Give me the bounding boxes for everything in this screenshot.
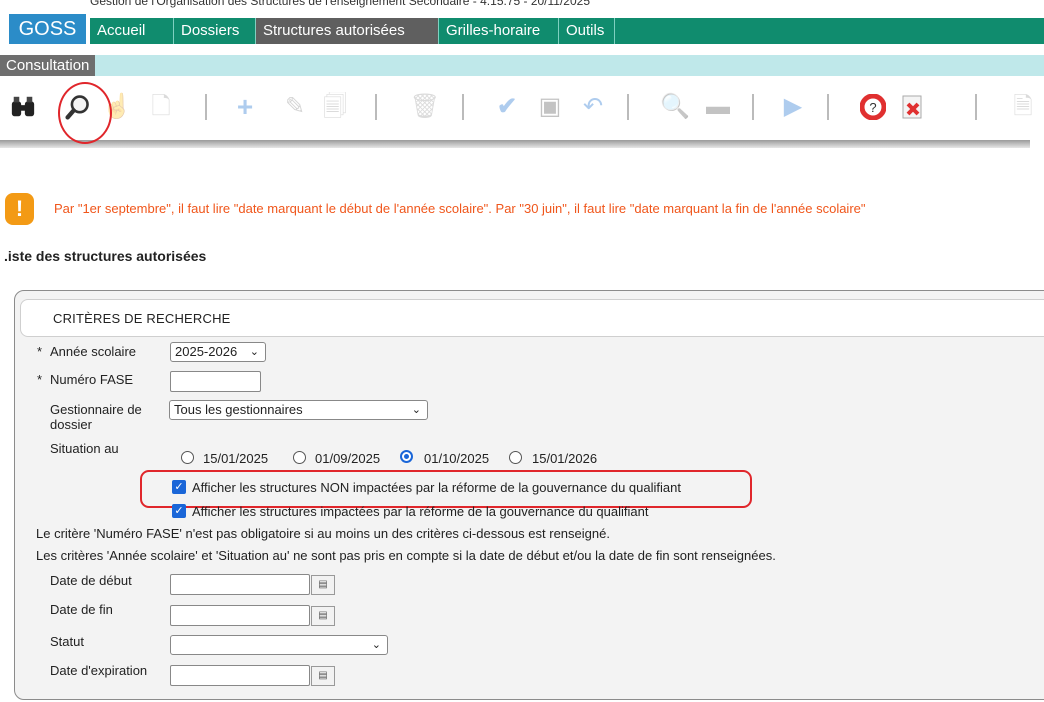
- annee-scolaire-label: Année scolaire: [50, 344, 136, 359]
- print-icon[interactable]: ▬: [705, 92, 731, 122]
- situation-label: Situation au: [50, 441, 119, 456]
- binoculars-icon[interactable]: [10, 92, 36, 122]
- situation-option-label: 15/01/2026: [532, 451, 598, 466]
- info-note-dates: Les critères 'Année scolaire' et 'Situat…: [36, 548, 776, 563]
- gestionnaire-label-line1: Gestionnaire de: [50, 402, 142, 417]
- search-criteria-header: CRITÈRES DE RECHERCHE: [20, 299, 1044, 337]
- date-expiration-input[interactable]: [170, 665, 310, 686]
- play-icon[interactable]: ▶: [780, 92, 806, 122]
- validate-check-icon[interactable]: ✔: [494, 92, 520, 122]
- sub-navigation: Consultation: [0, 55, 1044, 76]
- gestionnaire-label-line2: dossier: [50, 417, 92, 432]
- non-impactees-checkbox[interactable]: ✓: [172, 480, 186, 494]
- calendar-icon[interactable]: ▤: [311, 575, 335, 595]
- delete-icon[interactable]: 🗑: [410, 92, 440, 122]
- svg-text:?: ?: [869, 100, 876, 115]
- search-criteria-title: CRITÈRES DE RECHERCHE: [53, 311, 231, 326]
- edit-pencil-icon[interactable]: ✎: [282, 92, 308, 122]
- date-debut-label: Date de début: [50, 573, 132, 588]
- situation-option-label: 01/09/2025: [315, 451, 381, 466]
- goss-logo[interactable]: GOSS: [9, 14, 86, 44]
- toolbar-separator: [627, 94, 629, 120]
- toolbar-separator: [205, 94, 207, 120]
- situation-option-label: 15/01/2025: [203, 451, 269, 466]
- chevron-down-icon: ⌄: [249, 346, 259, 358]
- tab-consultation[interactable]: Consultation: [0, 55, 96, 76]
- warning-icon: !: [5, 193, 34, 225]
- toolbar-separator: [752, 94, 754, 120]
- notice-message: Par "1er septembre", il faut lire "date …: [54, 201, 866, 216]
- toolbar-separator: [827, 94, 829, 120]
- non-impactees-label: Afficher les structures NON impactées pa…: [192, 480, 681, 495]
- app-subtitle: Gestion de l'Organisation des Structures…: [90, 0, 591, 8]
- info-note-fase: Le critère 'Numéro FASE' n'est pas oblig…: [36, 526, 610, 541]
- gestionnaire-value: Tous les gestionnaires: [174, 402, 303, 417]
- statut-select[interactable]: ⌄: [170, 635, 388, 655]
- required-mark: *: [37, 372, 43, 387]
- numero-fase-label: Numéro FASE: [50, 372, 134, 387]
- save-icon[interactable]: ▣: [537, 92, 563, 122]
- gestionnaire-select[interactable]: Tous les gestionnaires ⌄: [169, 400, 428, 420]
- situation-radio-2025-09-01[interactable]: [293, 451, 306, 464]
- main-menu: Accueil Dossiers Structures autorisées G…: [90, 18, 1044, 44]
- chevron-down-icon: ⌄: [371, 639, 381, 651]
- numero-fase-input[interactable]: [170, 371, 261, 392]
- impactees-label: Afficher les structures impactées par la…: [192, 504, 649, 519]
- toolbar-separator: [462, 94, 464, 120]
- menu-dossiers[interactable]: Dossiers: [174, 18, 256, 44]
- preview-icon[interactable]: 🔍: [660, 92, 690, 122]
- situation-radio-2025-01-15[interactable]: [181, 451, 194, 464]
- date-debut-input[interactable]: [170, 574, 310, 595]
- toolbar-shadow: [0, 140, 1030, 148]
- annee-scolaire-value: 2025-2026: [175, 344, 238, 359]
- annotation-circle: [58, 82, 112, 144]
- calendar-icon[interactable]: ▤: [311, 666, 335, 686]
- toolbar-separator: [375, 94, 377, 120]
- impactees-checkbox[interactable]: ✓: [172, 504, 186, 518]
- close-icon[interactable]: [900, 92, 926, 122]
- export-icon[interactable]: 🗎: [1010, 92, 1036, 122]
- situation-radio-2025-10-01[interactable]: [400, 450, 413, 463]
- undo-icon[interactable]: ↶: [580, 92, 606, 122]
- situation-radio-2026-01-15[interactable]: [509, 451, 522, 464]
- menu-accueil[interactable]: Accueil: [90, 18, 174, 44]
- calendar-icon[interactable]: ▤: [311, 606, 335, 626]
- chevron-down-icon: ⌄: [411, 404, 421, 416]
- page-title: .iste des structures autorisées: [4, 248, 207, 264]
- annee-scolaire-select[interactable]: 2025-2026 ⌄: [170, 342, 266, 362]
- situation-option-label: 01/10/2025: [424, 451, 490, 466]
- date-fin-input[interactable]: [170, 605, 310, 626]
- menu-structures-autorisees[interactable]: Structures autorisées: [256, 18, 439, 44]
- gestionnaire-label: Gestionnaire de dossier: [50, 402, 142, 432]
- date-expiration-label: Date d'expiration: [50, 663, 148, 678]
- menu-outils[interactable]: Outils: [559, 18, 615, 44]
- app-header: Gestion de l'Organisation des Structures…: [0, 0, 1044, 48]
- date-fin-label: Date de fin: [50, 602, 113, 617]
- menu-grilles-horaire[interactable]: Grilles-horaire: [439, 18, 559, 44]
- copy-document-icon[interactable]: 🗐: [322, 92, 348, 122]
- required-mark: *: [37, 344, 43, 359]
- toolbar: ☝ 🗋 + ✎ 🗐 🗑 ✔ ▣ ↶ 🔍 ▬ ▶ ? 🗎: [0, 80, 1044, 140]
- new-document-icon[interactable]: 🗋: [148, 92, 174, 122]
- toolbar-separator: [975, 94, 977, 120]
- help-icon[interactable]: ?: [860, 92, 886, 122]
- statut-label: Statut: [50, 634, 84, 649]
- add-icon[interactable]: +: [232, 92, 258, 122]
